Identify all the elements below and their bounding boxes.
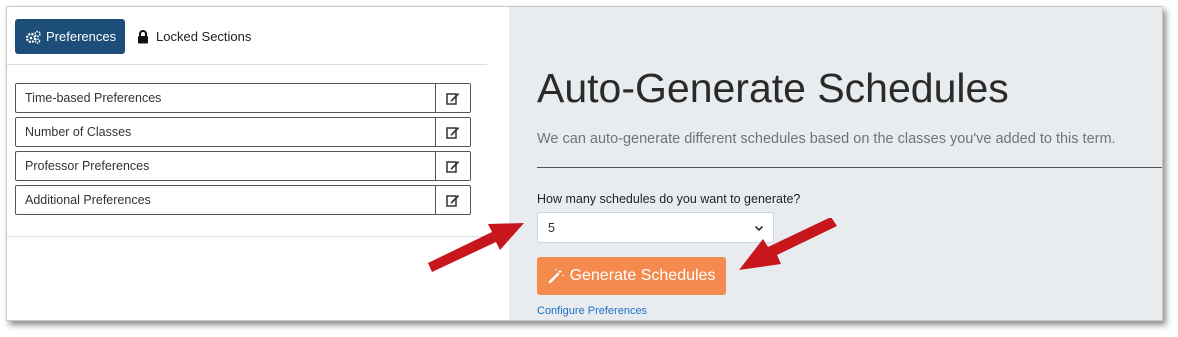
- list-item[interactable]: Professor Preferences: [15, 151, 471, 181]
- preference-label: Number of Classes: [25, 125, 132, 139]
- schedule-count-label: How many schedules do you want to genera…: [537, 192, 801, 206]
- preference-list: Time-based Preferences Number of Classes…: [15, 83, 471, 219]
- annotation-arrow: [428, 223, 524, 272]
- preferences-panel: Preferences Locked Sections Time-based P…: [7, 7, 487, 320]
- list-item[interactable]: Time-based Preferences: [15, 83, 471, 113]
- edit-icon[interactable]: [435, 118, 470, 146]
- lock-icon: [135, 29, 151, 44]
- generate-schedules-label: Generate Schedules: [569, 267, 716, 284]
- edit-icon[interactable]: [435, 152, 470, 180]
- magic-wand-icon: [548, 268, 564, 284]
- schedule-count-value: 5: [548, 220, 555, 235]
- tab-preferences-label: Preferences: [46, 29, 117, 44]
- configure-preferences-link[interactable]: Configure Preferences: [537, 305, 647, 317]
- edit-icon[interactable]: [435, 84, 470, 112]
- divider: [537, 167, 1162, 168]
- app-window: Preferences Locked Sections Time-based P…: [6, 6, 1163, 321]
- page-subtitle: We can auto-generate different schedules…: [537, 131, 1116, 147]
- tab-locked-label: Locked Sections: [156, 29, 252, 44]
- page-title: Auto-Generate Schedules: [537, 65, 1009, 111]
- preference-label: Time-based Preferences: [25, 91, 162, 105]
- tab-locked-sections[interactable]: Locked Sections: [135, 19, 251, 54]
- list-item[interactable]: Additional Preferences: [15, 185, 471, 215]
- preference-label: Professor Preferences: [25, 159, 150, 173]
- preference-label: Additional Preferences: [25, 193, 151, 207]
- cogs-icon: [25, 30, 41, 44]
- divider: [7, 236, 487, 237]
- annotation-arrow: [739, 218, 837, 270]
- tab-preferences[interactable]: Preferences: [15, 19, 125, 54]
- list-item[interactable]: Number of Classes: [15, 117, 471, 147]
- panel-tabs: Preferences Locked Sections: [7, 7, 487, 65]
- generate-schedules-button[interactable]: Generate Schedules: [537, 257, 726, 295]
